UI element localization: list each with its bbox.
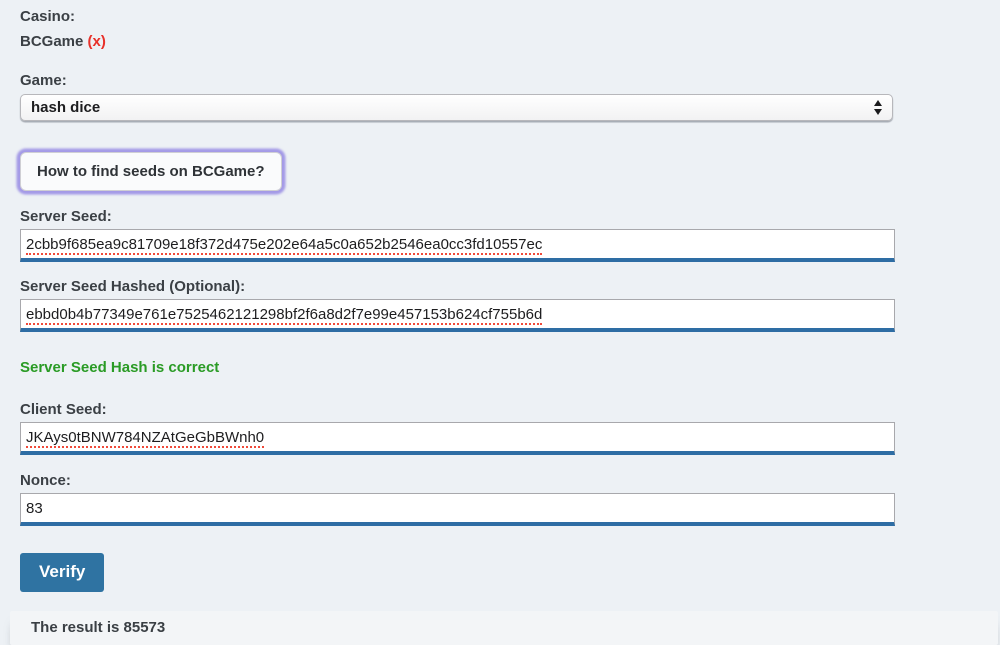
hash-status-message: Server Seed Hash is correct bbox=[20, 360, 1000, 376]
nonce-label: Nonce: bbox=[20, 473, 1000, 489]
game-label: Game: bbox=[20, 73, 1000, 89]
server-seed-hashed-value: ebbd0b4b77349e761e7525462121298bf2f6a8d2… bbox=[26, 306, 542, 325]
result-text: The result is 85573 bbox=[31, 619, 165, 636]
game-select-value: hash dice bbox=[31, 99, 874, 116]
result-panel: The result is 85573 bbox=[10, 611, 998, 645]
remove-casino-link[interactable]: (x) bbox=[88, 33, 106, 50]
casino-value: BCGame (x) bbox=[20, 34, 1000, 50]
client-seed-input[interactable]: JKAys0tBNW784NZAtGeGbBWnh0 bbox=[20, 422, 895, 455]
nonce-value: 83 bbox=[26, 500, 43, 517]
server-seed-value: 2cbb9f685ea9c81709e18f372d475e202e64a5c0… bbox=[26, 236, 542, 255]
server-seed-hashed-input[interactable]: ebbd0b4b77349e761e7525462121298bf2f6a8d2… bbox=[20, 299, 895, 332]
server-seed-label: Server Seed: bbox=[20, 209, 1000, 225]
server-seed-input[interactable]: 2cbb9f685ea9c81709e18f372d475e202e64a5c0… bbox=[20, 229, 895, 262]
verifier-form: Casino: BCGame (x) Game: hash dice How t… bbox=[0, 0, 1000, 592]
client-seed-label: Client Seed: bbox=[20, 402, 1000, 418]
casino-name: BCGame bbox=[20, 33, 83, 50]
chevron-up-icon bbox=[874, 100, 882, 106]
server-seed-hashed-label: Server Seed Hashed (Optional): bbox=[20, 279, 1000, 295]
how-to-find-seeds-button[interactable]: How to find seeds on BCGame? bbox=[20, 152, 282, 191]
client-seed-value: JKAys0tBNW784NZAtGeGbBWnh0 bbox=[26, 429, 264, 448]
chevron-down-icon bbox=[874, 109, 882, 115]
select-stepper-icon bbox=[874, 100, 884, 115]
game-select[interactable]: hash dice bbox=[20, 94, 893, 121]
casino-label: Casino: bbox=[20, 9, 1000, 25]
verify-button[interactable]: Verify bbox=[20, 553, 104, 592]
nonce-input[interactable]: 83 bbox=[20, 493, 895, 526]
